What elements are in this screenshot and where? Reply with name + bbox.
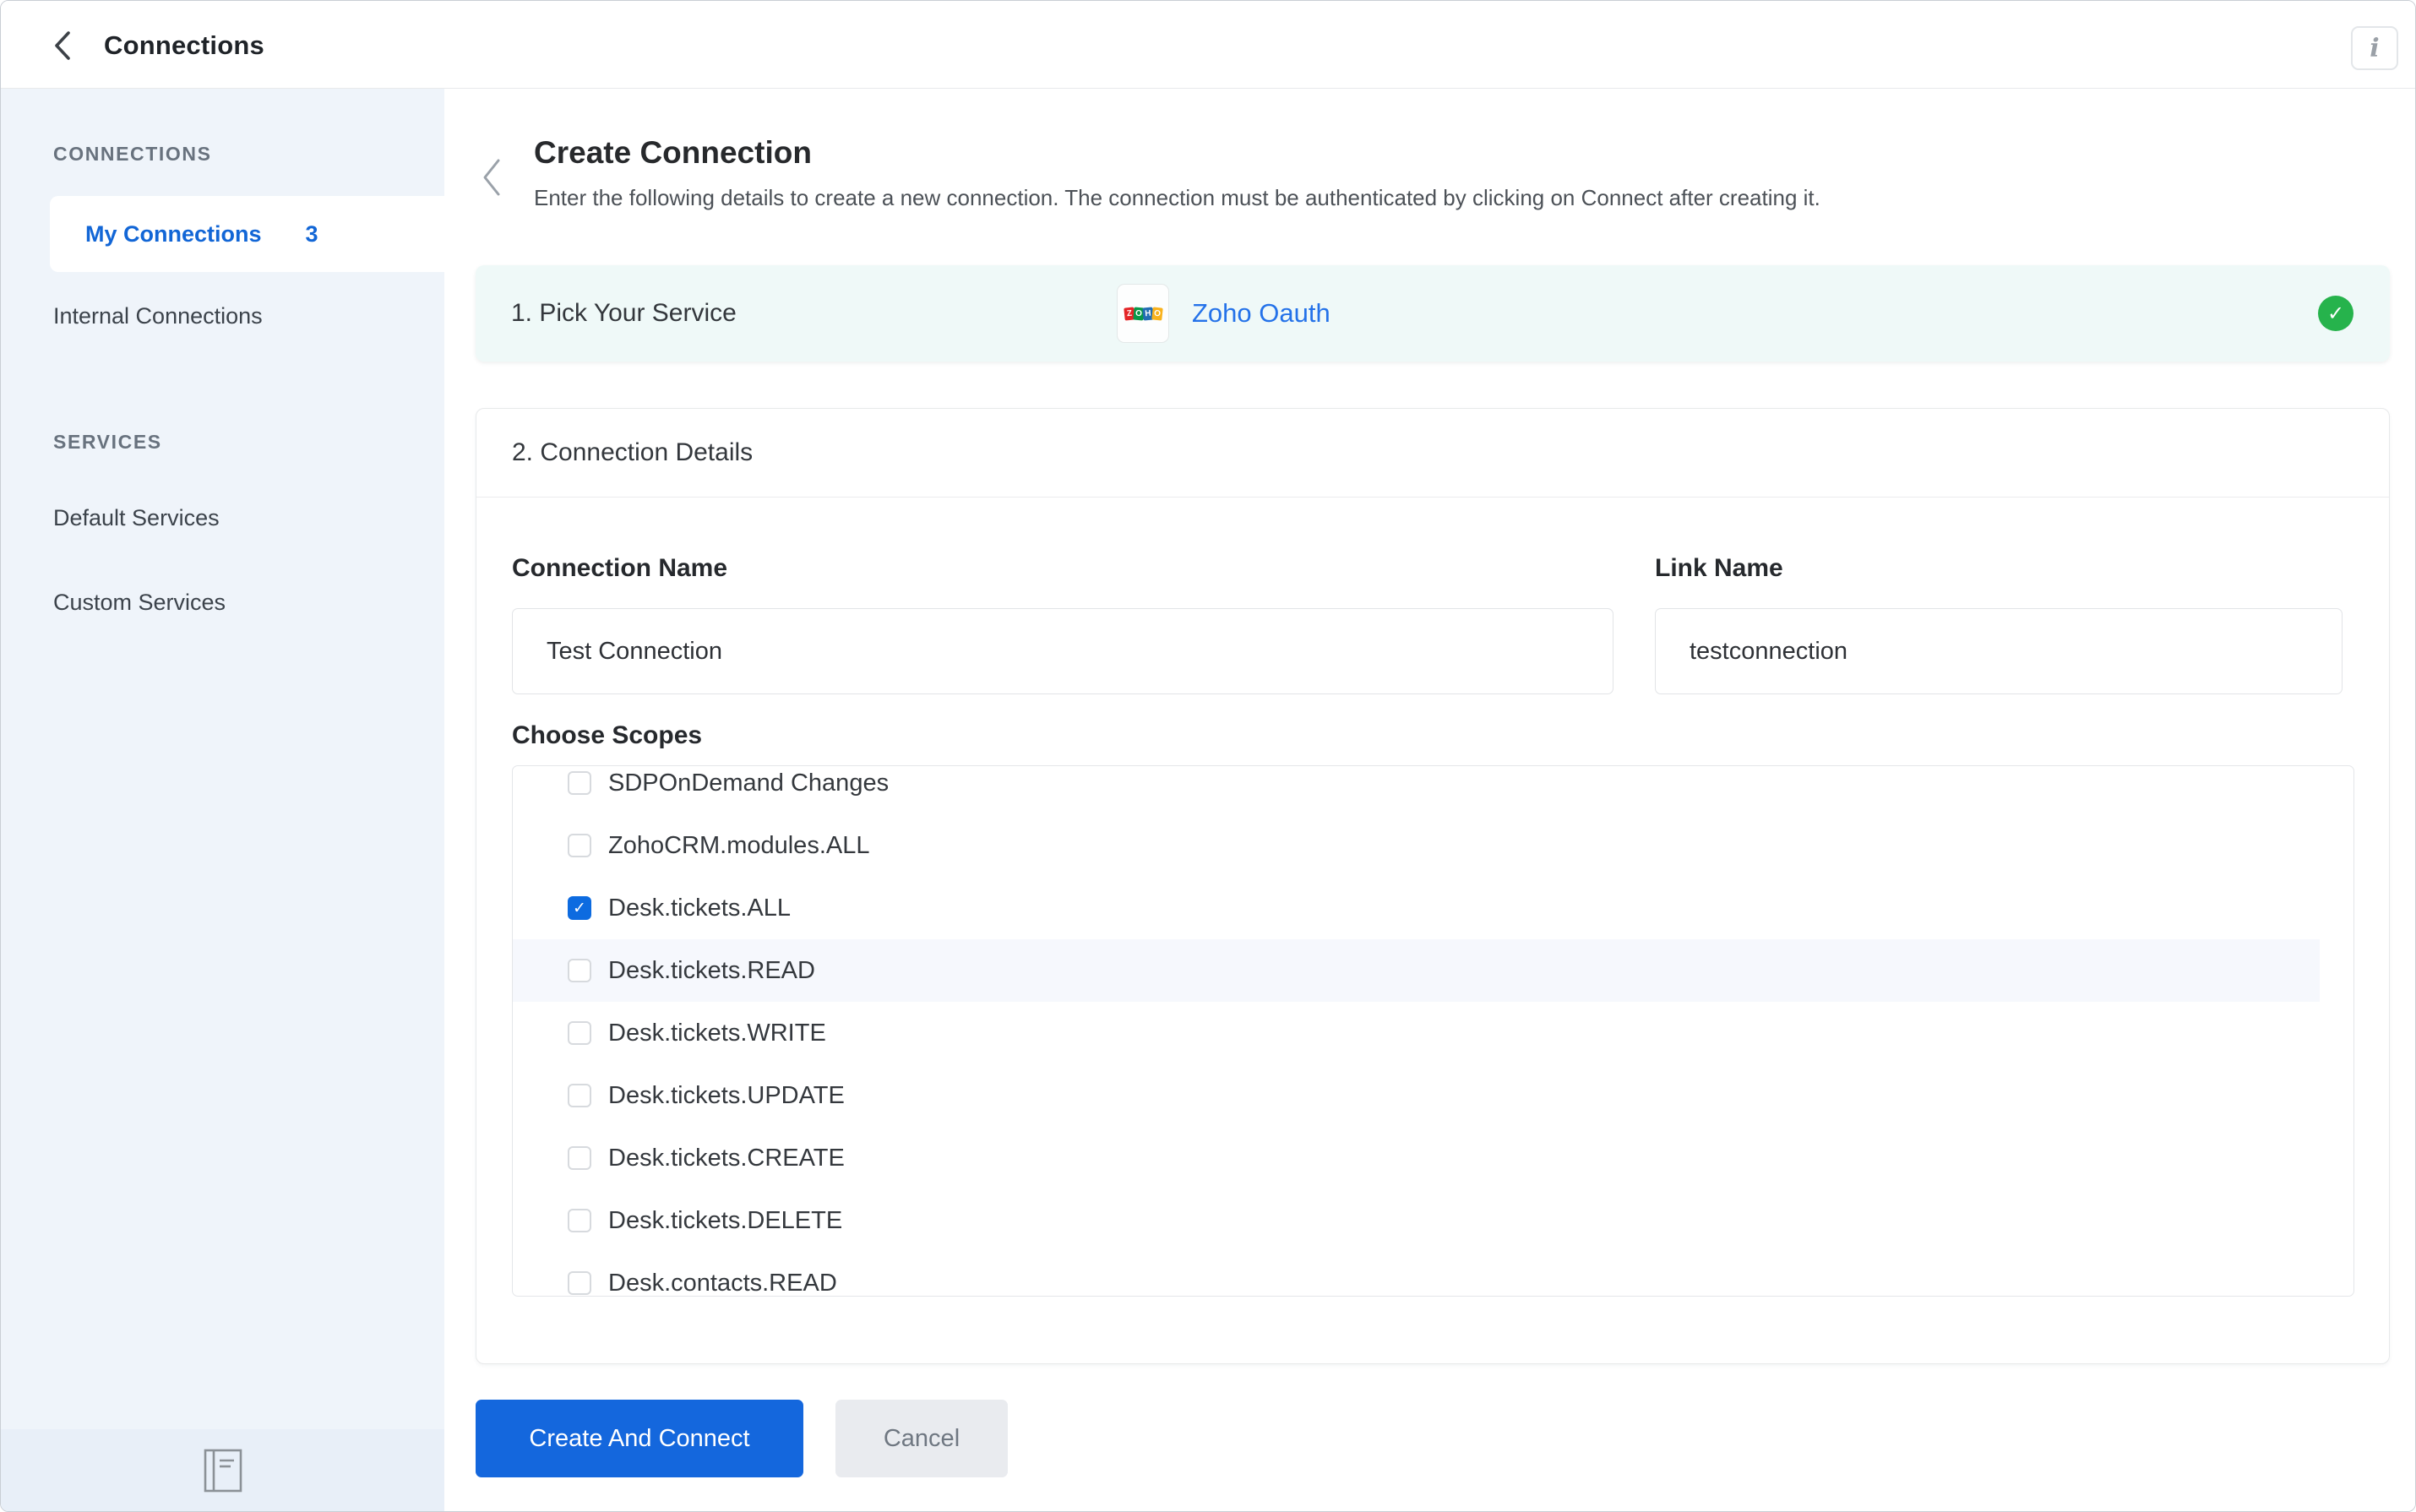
scope-row[interactable]: SDPOnDemand Changes (513, 766, 2353, 814)
app-window: Connections i CONNECTIONS My Connections… (0, 0, 2416, 1512)
connection-name-label: Connection Name (512, 554, 728, 582)
sidebar: CONNECTIONS My Connections 3 Internal Co… (1, 89, 444, 1511)
scope-label: Desk.tickets.UPDATE (608, 1081, 845, 1109)
scope-label: Desk.contacts.READ (608, 1269, 837, 1297)
sidebar-item-label: Default Services (53, 504, 220, 530)
sidebar-item-internal-connections[interactable]: Internal Connections (1, 289, 444, 343)
connections-count-badge: 3 (305, 220, 318, 247)
main-content: Create Connection Enter the following de… (444, 89, 2415, 1511)
sidebar-item-label: Internal Connections (53, 302, 263, 329)
scope-row[interactable]: Desk.tickets.CREATE (513, 1127, 2353, 1189)
scope-label: Desk.tickets.READ (608, 956, 815, 984)
window-title: Connections (104, 30, 264, 60)
link-name-input[interactable] (1655, 608, 2343, 694)
pick-service-step-label: 1. Pick Your Service (511, 299, 737, 327)
scope-row[interactable]: Desk.tickets.ALL (513, 877, 2353, 939)
scope-row[interactable]: Desk.tickets.WRITE (513, 1002, 2353, 1064)
scope-row[interactable]: Desk.tickets.UPDATE (513, 1064, 2353, 1127)
scope-label: Desk.tickets.ALL (608, 894, 791, 922)
page-back-chevron-icon[interactable] (476, 155, 507, 200)
connection-name-input[interactable] (512, 608, 1613, 694)
cancel-button[interactable]: Cancel (835, 1400, 1008, 1477)
create-and-connect-button[interactable]: Create And Connect (476, 1400, 803, 1477)
checkbox-unchecked-icon[interactable] (568, 771, 591, 795)
scope-label: Desk.tickets.DELETE (608, 1206, 843, 1234)
sidebar-section-services: SERVICES (53, 431, 162, 453)
zoho-logo: Z O H O (1117, 284, 1169, 343)
checkbox-unchecked-icon[interactable] (568, 1209, 591, 1232)
scope-label: ZohoCRM.modules.ALL (608, 831, 870, 859)
selected-service-link[interactable]: Zoho Oauth (1192, 265, 1330, 362)
zoho-logo-tiles: Z O H O (1123, 306, 1163, 321)
choose-scopes-label: Choose Scopes (512, 721, 703, 749)
pick-service-card: 1. Pick Your Service Z O H O Zoho Oauth (476, 265, 2390, 362)
connection-details-step-label: 2. Connection Details (512, 438, 754, 466)
checkbox-unchecked-icon[interactable] (568, 1146, 591, 1170)
topbar: Connections i (1, 1, 2415, 89)
page-title: Create Connection (534, 135, 812, 170)
sidebar-footer (1, 1429, 444, 1511)
back-chevron-icon[interactable] (50, 28, 75, 63)
scope-row[interactable]: Desk.tickets.READ (513, 939, 2353, 1002)
link-name-label: Link Name (1655, 554, 1783, 582)
sidebar-item-my-connections[interactable]: My Connections 3 (50, 196, 444, 272)
page-subtitle: Enter the following details to create a … (534, 185, 1820, 210)
connection-details-card: 2. Connection Details Connection Name Li… (476, 408, 2390, 1364)
checkbox-unchecked-icon[interactable] (568, 959, 591, 982)
sidebar-section-connections: CONNECTIONS (53, 143, 212, 165)
scope-row[interactable]: ZohoCRM.modules.ALL (513, 814, 2353, 877)
scope-label: Desk.tickets.WRITE (608, 1019, 826, 1047)
checkbox-checked-icon[interactable] (568, 896, 591, 920)
scopes-scroll-area: SDPOnDemand Changes ZohoCRM.modules.ALL … (513, 766, 2353, 1297)
scope-row[interactable]: Desk.contacts.READ (513, 1252, 2353, 1297)
service-selected-check-icon (2318, 296, 2353, 331)
card-header-divider (476, 497, 2389, 498)
checkbox-unchecked-icon[interactable] (568, 1021, 591, 1045)
checkbox-unchecked-icon[interactable] (568, 1271, 591, 1295)
checkbox-unchecked-icon[interactable] (568, 1084, 591, 1107)
documentation-book-icon[interactable] (204, 1449, 242, 1493)
scope-row[interactable]: Desk.tickets.DELETE (513, 1189, 2353, 1252)
scope-label: SDPOnDemand Changes (608, 769, 890, 797)
zoho-logo-letter: O (1151, 306, 1163, 321)
scope-label: Desk.tickets.CREATE (608, 1144, 845, 1172)
checkbox-unchecked-icon[interactable] (568, 834, 591, 857)
sidebar-item-label: Custom Services (53, 589, 226, 615)
sidebar-item-custom-services[interactable]: Custom Services (1, 575, 444, 629)
info-button[interactable]: i (2351, 26, 2398, 70)
scopes-list[interactable]: SDPOnDemand Changes ZohoCRM.modules.ALL … (512, 765, 2354, 1297)
sidebar-item-default-services[interactable]: Default Services (1, 491, 444, 545)
sidebar-item-label: My Connections (85, 220, 262, 247)
info-icon: i (2370, 33, 2380, 63)
form-actions: Create And Connect Cancel (476, 1400, 1008, 1477)
